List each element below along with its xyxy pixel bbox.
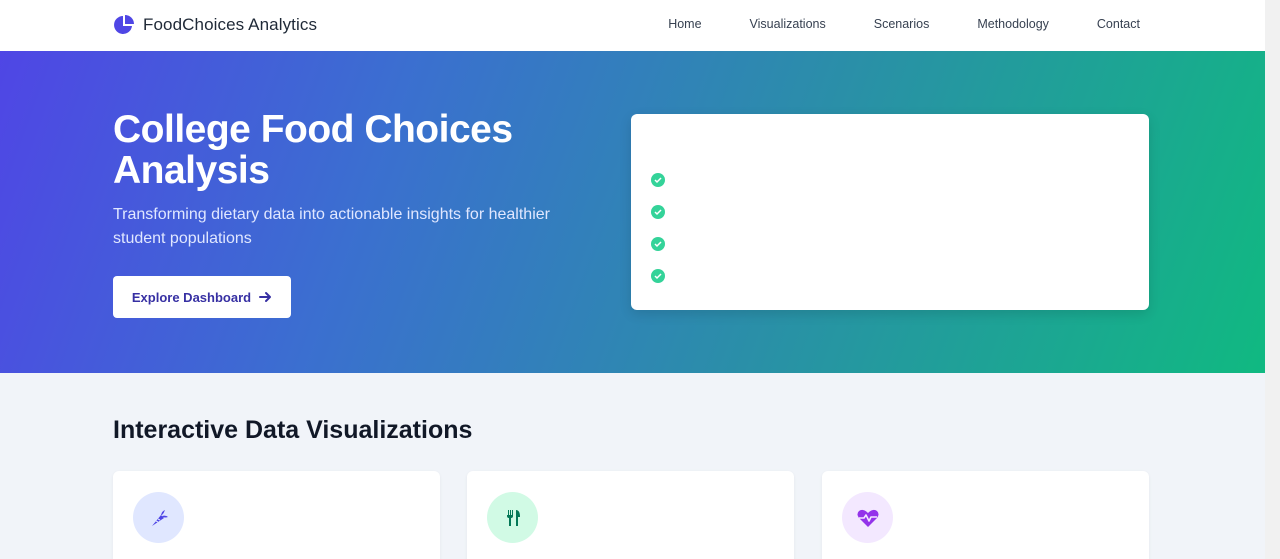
page-scrollbar[interactable] (1265, 0, 1280, 559)
nav-link-home[interactable]: Home (668, 17, 701, 31)
explore-dashboard-label: Explore Dashboard (131, 289, 252, 305)
nav-link-contact[interactable]: Contact (1097, 17, 1140, 31)
checklist-item (651, 173, 665, 205)
viz-card-nutrition[interactable] (113, 471, 440, 559)
explore-dashboard-button[interactable]: Explore Dashboard (113, 276, 291, 318)
brand[interactable]: FoodChoices Analytics (113, 13, 317, 37)
hero-title: College Food Choices Analysis (113, 108, 513, 192)
check-circle-icon (651, 205, 665, 219)
arrow-right-icon (259, 292, 272, 302)
viz-card-meals[interactable] (467, 471, 794, 559)
checklist-item (651, 269, 665, 301)
pie-chart-icon (114, 15, 134, 34)
viz-card-health[interactable] (822, 471, 1149, 559)
nav-link-methodology[interactable]: Methodology (977, 17, 1049, 31)
heartbeat-icon (842, 492, 893, 543)
nav-link-visualizations[interactable]: Visualizations (750, 17, 826, 31)
check-circle-icon (651, 237, 665, 251)
nav-links: Home Visualizations Scenarios Methodolog… (668, 17, 1140, 31)
check-circle-icon (651, 173, 665, 187)
check-circle-icon (651, 269, 665, 283)
checklist-item (651, 237, 665, 269)
nav-link-scenarios[interactable]: Scenarios (874, 17, 930, 31)
hero-summary-card (631, 114, 1149, 310)
hero-section: College Food Choices Analysis Transformi… (0, 51, 1265, 373)
brand-name: FoodChoices Analytics (143, 15, 318, 34)
hero-subtitle: Transforming dietary data into actionabl… (113, 206, 550, 247)
carrot-icon (133, 492, 184, 543)
utensils-icon (487, 492, 538, 543)
feature-checklist (651, 173, 665, 301)
visualizations-section-title: Interactive Data Visualizations (113, 416, 473, 444)
navbar: FoodChoices Analytics Home Visualization… (0, 0, 1265, 51)
checklist-item (651, 205, 665, 237)
